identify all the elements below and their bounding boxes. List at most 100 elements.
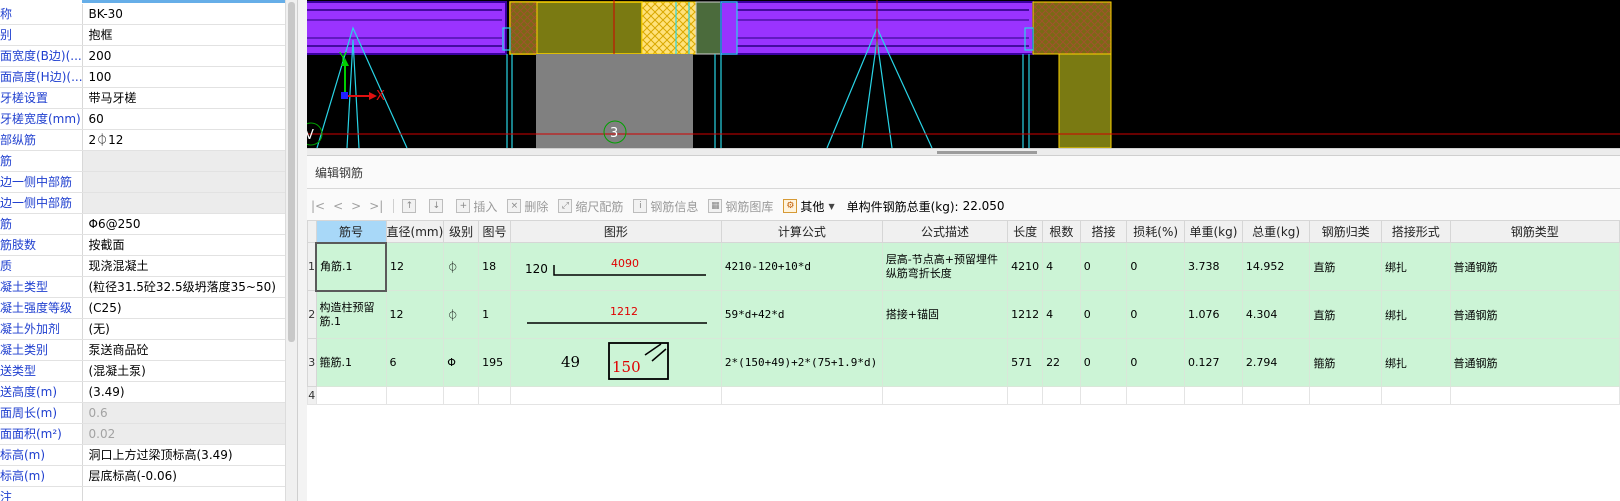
column-header[interactable]: 钢筋归类: [1309, 220, 1382, 243]
total-weight-cell[interactable]: 2.794: [1241, 338, 1311, 387]
property-value[interactable]: (混凝土泵): [82, 360, 285, 383]
formula-description-cell[interactable]: 搭接+锚固: [881, 290, 1009, 339]
diameter-cell[interactable]: 12: [385, 290, 445, 339]
empty-cell[interactable]: [1007, 386, 1044, 405]
property-row[interactable]: 筋 Φ6@250: [0, 213, 285, 236]
rebar-name-cell[interactable]: 构造柱预留筋.1: [315, 290, 387, 339]
property-row[interactable]: 边一侧中部筋: [0, 171, 285, 194]
property-row[interactable]: 牙槎宽度(mm) 60: [0, 108, 285, 131]
scale-rebar-button[interactable]: ⤢ 缩尺配筋: [558, 198, 623, 215]
property-row[interactable]: 面周长(m) 0.6: [0, 402, 285, 425]
horizontal-splitter[interactable]: [307, 148, 1620, 156]
category-cell[interactable]: 直筋: [1309, 290, 1382, 339]
table-row[interactable]: 1 角筋.1 12 ⏀ 18 120 4090 4210-120+10*d 层高-节点高+预留埋…: [307, 241, 1620, 292]
property-value[interactable]: [82, 486, 285, 501]
nav-next-button[interactable]: >: [351, 199, 361, 213]
property-row[interactable]: 别抱框: [0, 24, 285, 47]
property-row[interactable]: 标高(m) 层底标高(-0.06): [0, 465, 285, 488]
column-header[interactable]: 计算公式: [720, 220, 883, 243]
empty-cell[interactable]: [1241, 386, 1311, 405]
empty-cell[interactable]: [1079, 386, 1128, 405]
property-row[interactable]: 面面积(m²) 0.02: [0, 423, 285, 446]
empty-cell[interactable]: [1126, 386, 1186, 405]
rebar-library-button[interactable]: ▦ 钢筋图库: [708, 198, 773, 215]
property-row[interactable]: 面高度(H边)(... 100: [0, 66, 285, 89]
cad-viewport[interactable]: Y X V 3: [307, 0, 1620, 148]
scrollbar-thumb[interactable]: [288, 2, 295, 342]
unit-weight-cell[interactable]: 3.738: [1184, 242, 1243, 291]
row-number[interactable]: 3: [307, 338, 317, 387]
property-value[interactable]: 抱框: [82, 24, 285, 47]
diameter-cell[interactable]: 12: [385, 242, 445, 291]
column-header[interactable]: 总重(kg): [1241, 220, 1311, 243]
loss-cell[interactable]: 0: [1126, 242, 1186, 291]
property-value[interactable]: 200: [82, 45, 285, 68]
formula-description-cell[interactable]: 层高-节点高+预留埋件纵筋弯折长度: [881, 242, 1009, 291]
rebar-type-cell[interactable]: 普通钢筋: [1449, 290, 1620, 339]
property-row[interactable]: 凝土强度等级 (C25): [0, 297, 285, 320]
column-header[interactable]: 筋号: [315, 220, 387, 243]
grade-cell[interactable]: ⏀: [443, 242, 480, 291]
total-weight-cell[interactable]: 4.304: [1241, 290, 1311, 339]
shape-cell[interactable]: 120 4090: [509, 242, 722, 291]
rebar-type-cell[interactable]: 普通钢筋: [1449, 242, 1620, 291]
empty-cell[interactable]: [1449, 386, 1620, 405]
property-value[interactable]: [82, 150, 285, 173]
brown-hatched-block[interactable]: [1032, 1, 1112, 55]
column-header[interactable]: 级别: [443, 220, 480, 243]
property-value[interactable]: 现浇混凝土: [82, 255, 285, 278]
property-row[interactable]: 筋: [0, 150, 285, 173]
splitter-grip[interactable]: [937, 151, 1037, 154]
lap-cell[interactable]: 0: [1079, 242, 1128, 291]
row-number[interactable]: 4: [307, 386, 317, 405]
lap-type-cell[interactable]: 绑扎: [1380, 290, 1451, 339]
length-cell[interactable]: 571: [1007, 338, 1044, 387]
property-row[interactable]: 称 BK-30: [0, 4, 285, 26]
figure-number-cell[interactable]: 1: [478, 290, 511, 339]
other-menu-button[interactable]: ⚙ 其他 ▼: [783, 198, 835, 215]
table-row[interactable]: 2 构造柱预留筋.1 12 ⏀ 1 1212 59*d+42*d 搭接+锚固 1212 4 0 0 1.…: [307, 290, 1620, 339]
nav-prev-button[interactable]: <: [333, 199, 343, 213]
cad-drawing[interactable]: Y X V 3: [307, 0, 1620, 148]
loss-cell[interactable]: 0: [1126, 338, 1186, 387]
empty-cell[interactable]: [1184, 386, 1243, 405]
shape-cell[interactable]: 49 150: [509, 338, 722, 387]
property-row[interactable]: 质现浇混凝土: [0, 255, 285, 278]
property-value[interactable]: 0.02: [82, 423, 285, 446]
property-row[interactable]: 面宽度(B边)(... 200: [0, 45, 285, 68]
property-value[interactable]: 泵送商品砼: [82, 339, 285, 362]
hatched-column[interactable]: [641, 1, 697, 55]
property-value[interactable]: 60: [82, 108, 285, 131]
move-down-button[interactable]: ↓: [429, 199, 446, 213]
shape-cell[interactable]: 1212: [509, 290, 722, 339]
formula-cell[interactable]: 4210-120+10*d: [720, 242, 883, 291]
category-cell[interactable]: 直筋: [1309, 242, 1382, 291]
column-header[interactable]: 钢筋类型: [1449, 220, 1620, 243]
property-row[interactable]: 注: [0, 486, 285, 501]
empty-cell[interactable]: [1309, 386, 1382, 405]
property-value[interactable]: [82, 171, 285, 194]
count-cell[interactable]: 22: [1042, 338, 1081, 387]
property-row[interactable]: 送类型 (混凝土泵): [0, 360, 285, 383]
property-row[interactable]: 部纵筋 2⏀12: [0, 129, 285, 152]
category-cell[interactable]: 箍筋: [1309, 338, 1382, 387]
column-header[interactable]: 公式描述: [881, 220, 1009, 243]
empty-cell[interactable]: [478, 386, 511, 405]
property-panel-scrollbar[interactable]: [285, 0, 297, 501]
property-row[interactable]: 边一侧中部筋: [0, 192, 285, 215]
empty-cell[interactable]: [315, 386, 387, 405]
delete-button[interactable]: × 删除: [507, 198, 548, 215]
rebar-name-cell[interactable]: 箍筋.1: [315, 338, 387, 387]
nav-last-button[interactable]: >|: [369, 199, 383, 213]
empty-cell[interactable]: [1042, 386, 1081, 405]
empty-cell[interactable]: [720, 386, 883, 405]
empty-cell[interactable]: [1380, 386, 1451, 405]
rebar-info-button[interactable]: i 钢筋信息: [633, 198, 698, 215]
property-value[interactable]: (粒径31.5砼32.5级坍落度35~50): [82, 276, 285, 299]
lap-cell[interactable]: 0: [1079, 338, 1128, 387]
formula-cell[interactable]: 2*(150+49)+2*(75+1.9*d): [720, 338, 883, 387]
property-row[interactable]: 凝土类别 泵送商品砼: [0, 339, 285, 362]
lap-type-cell[interactable]: 绑扎: [1380, 242, 1451, 291]
property-value[interactable]: BK-30: [82, 4, 285, 26]
unit-weight-cell[interactable]: 1.076: [1184, 290, 1243, 339]
